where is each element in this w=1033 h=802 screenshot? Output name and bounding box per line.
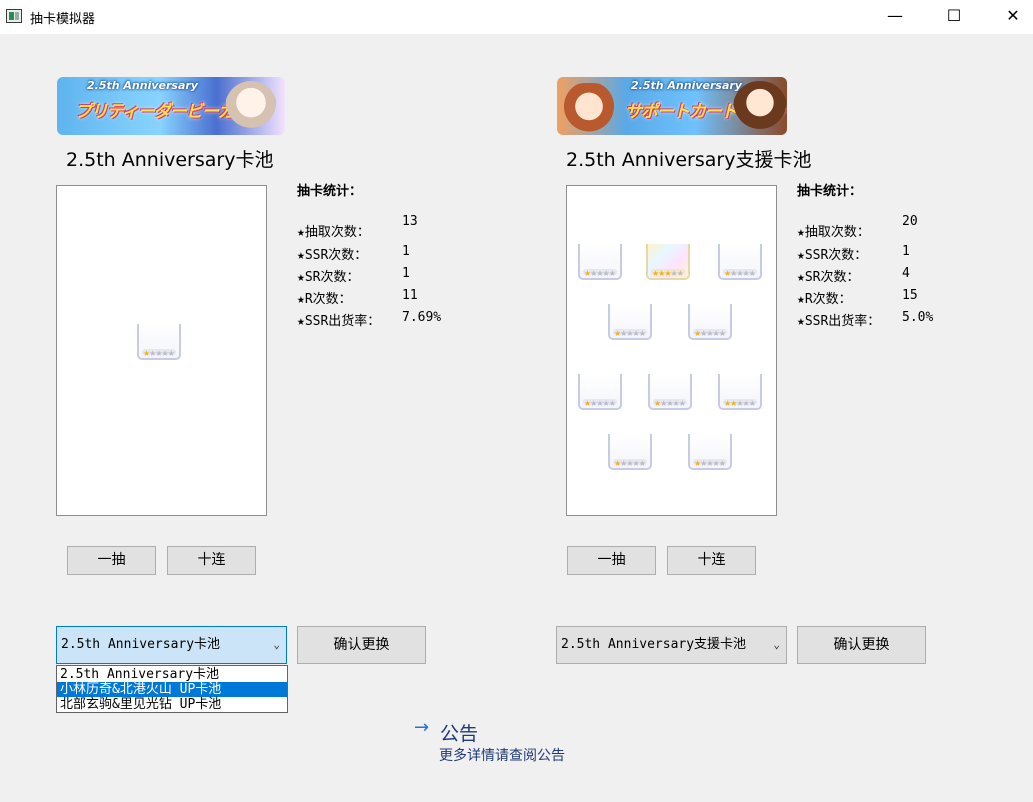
drawn-card: ★★★★★ bbox=[688, 304, 736, 346]
r-label: ★R次数： bbox=[797, 292, 852, 307]
sr-label: ★SR次数： bbox=[297, 270, 360, 285]
character-portrait-right bbox=[733, 81, 787, 135]
drawn-card: ★★★★★ bbox=[718, 374, 766, 416]
rarity-stars: ★★★★★ bbox=[584, 269, 616, 278]
notice-title[interactable]: 公告 bbox=[440, 719, 478, 746]
ssr-rate-value: 5.0% bbox=[902, 310, 934, 325]
ssr-rate-label: ★SSR出货率： bbox=[297, 314, 381, 329]
rarity-stars: ★★★★★ bbox=[584, 399, 616, 408]
sr-value: 1 bbox=[402, 266, 410, 281]
chevron-down-icon: ⌄ bbox=[773, 638, 780, 651]
rarity-stars: ★★★★★ bbox=[143, 349, 175, 358]
character-portrait-left bbox=[561, 83, 617, 135]
drawn-card: ★★★★★ bbox=[578, 374, 626, 416]
dropdown-option[interactable]: 北部玄驹&里见光钻 UP卡池 bbox=[57, 697, 287, 712]
rarity-stars: ★★★★★ bbox=[724, 399, 756, 408]
r-value: 11 bbox=[402, 288, 418, 303]
notice-subtitle[interactable]: 更多详情请查阅公告 bbox=[439, 745, 565, 765]
dropdown-option[interactable]: 2.5th Anniversary卡池 bbox=[57, 667, 287, 682]
ssr-value: 1 bbox=[402, 244, 410, 259]
window-title: 抽卡模拟器 bbox=[30, 12, 96, 27]
dropdown-option[interactable]: 小林历奇&北港火山 UP卡池 bbox=[57, 682, 287, 697]
left-confirm-button[interactable]: 确认更换 bbox=[297, 626, 426, 664]
left-pool-dropdown-list: 2.5th Anniversary卡池 小林历奇&北港火山 UP卡池 北部玄驹&里见… bbox=[56, 665, 288, 713]
left-card-display: ★★★★★ bbox=[56, 185, 267, 516]
rarity-stars: ★★★★★ bbox=[614, 329, 646, 338]
left-ten-draw-button[interactable]: 十连 bbox=[167, 546, 256, 575]
sr-value: 4 bbox=[902, 266, 910, 281]
draws-label: ★抽取次数： bbox=[797, 225, 870, 240]
rarity-stars: ★★★★★ bbox=[694, 459, 726, 468]
drawn-card: ★★★★★ bbox=[608, 434, 656, 476]
r-label: ★R次数： bbox=[297, 292, 352, 307]
close-button[interactable]: ✕ bbox=[990, 0, 1033, 32]
chevron-down-icon: ⌄ bbox=[273, 638, 280, 651]
left-pool-title: 2.5th Anniversary卡池 bbox=[66, 149, 274, 171]
sr-label: ★SR次数： bbox=[797, 270, 860, 285]
drawn-card: ★★★★★ bbox=[578, 244, 626, 286]
character-portrait bbox=[225, 81, 277, 135]
app-icon bbox=[6, 9, 22, 23]
left-single-draw-button[interactable]: 一抽 bbox=[67, 546, 156, 575]
right-card-display: ★★★★★ ★★★★★ ★★★★★ ★★★★★ ★★★★★ ★★★★★ ★★★★★ ★★★★★… bbox=[566, 185, 777, 516]
drawn-card: ★★★★★ bbox=[688, 434, 736, 476]
draws-label: ★抽取次数： bbox=[297, 225, 370, 240]
drawn-card: ★★★★★ bbox=[648, 374, 696, 416]
draws-value: 20 bbox=[902, 214, 918, 229]
banner-anniversary-text: 2.5th Anniversary bbox=[631, 79, 742, 92]
banner-anniversary-text: 2.5th Anniversary bbox=[87, 79, 198, 92]
left-pool-select-value: 2.5th Anniversary卡池 bbox=[61, 637, 221, 652]
drawn-card: ★★★★★ bbox=[646, 244, 694, 286]
minimize-button[interactable]: — bbox=[872, 0, 918, 32]
r-value: 15 bbox=[902, 288, 918, 303]
rarity-stars: ★★★★★ bbox=[724, 269, 756, 278]
ssr-rate-label: ★SSR出货率： bbox=[797, 314, 881, 329]
support-card-banner: 2.5th Anniversary サポートカードガチャ bbox=[557, 77, 787, 135]
drawn-card: ★★★★★ bbox=[137, 324, 185, 366]
maximize-button[interactable]: ☐ bbox=[931, 0, 977, 32]
draws-value: 13 bbox=[402, 214, 418, 229]
stats-heading: 抽卡统计： bbox=[297, 184, 363, 199]
pretty-derby-banner: 2.5th Anniversary プリティーダービーガチャ bbox=[57, 77, 285, 135]
ssr-label: ★SSR次数： bbox=[797, 248, 868, 263]
ssr-label: ★SSR次数： bbox=[297, 248, 368, 263]
right-pool-select-value: 2.5th Anniversary支援卡池 bbox=[561, 637, 747, 652]
drawn-card: ★★★★★ bbox=[718, 244, 766, 286]
right-pool-select[interactable]: 2.5th Anniversary支援卡池 ⌄ bbox=[556, 626, 787, 664]
left-pool-select[interactable]: 2.5th Anniversary卡池 ⌄ bbox=[56, 626, 287, 664]
ssr-rate-value: 7.69% bbox=[402, 310, 442, 325]
rarity-stars: ★★★★★ bbox=[614, 459, 646, 468]
arrow-right-icon[interactable]: → bbox=[414, 717, 429, 738]
ssr-value: 1 bbox=[902, 244, 910, 259]
rarity-stars: ★★★★★ bbox=[652, 269, 684, 278]
right-single-draw-button[interactable]: 一抽 bbox=[567, 546, 656, 575]
rarity-stars: ★★★★★ bbox=[654, 399, 686, 408]
right-ten-draw-button[interactable]: 十连 bbox=[667, 546, 756, 575]
drawn-card: ★★★★★ bbox=[608, 304, 656, 346]
right-confirm-button[interactable]: 确认更换 bbox=[797, 626, 926, 664]
rarity-stars: ★★★★★ bbox=[694, 329, 726, 338]
stats-heading: 抽卡统计： bbox=[797, 184, 863, 199]
right-pool-title: 2.5th Anniversary支援卡池 bbox=[566, 149, 812, 171]
